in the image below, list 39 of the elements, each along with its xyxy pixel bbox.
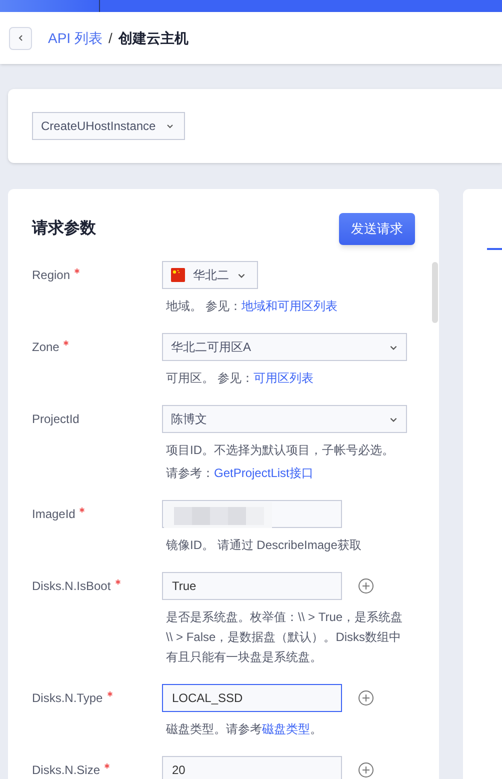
help-text: 磁盘类型。请参考磁盘类型。 [165,721,323,738]
region-select[interactable]: 华北二 [162,261,258,289]
input-field[interactable]: 20 [162,756,342,779]
send-request-button[interactable]: 发送请求 [339,213,415,245]
field-label: Zone [32,339,60,356]
field-label: ImageId [32,506,76,523]
input-field[interactable]: True [162,572,342,600]
help-link[interactable]: GetProjectList接口 [214,466,314,480]
flag-icon [171,268,185,282]
field-label: Disks.N.Type [32,690,103,707]
tab-underline [487,248,502,250]
field-label: ProjectId [32,411,80,428]
breadcrumb-separator: / [108,28,112,48]
help-link[interactable]: 磁盘类型 [262,722,310,736]
field-label: Region [32,267,70,284]
chevron-left-icon [16,34,24,42]
add-icon[interactable] [358,762,374,778]
help-text: 镜像ID。 请通过 DescribeImage获取 [165,537,362,554]
action-select[interactable]: CreateUHostInstance [32,112,185,140]
input-field[interactable]: LOCAL_SSD [162,684,342,712]
dropdown-select[interactable]: 华北二可用区A [162,333,407,361]
input-field[interactable] [162,500,342,528]
section-title: 请求参数 [32,218,96,239]
help-link[interactable]: 地域和可用区列表 [241,299,338,313]
help-text: 请参考：GetProjectList接口 [165,465,314,482]
page-title: 创建云主机 [118,28,188,48]
dropdown-select[interactable]: 陈博文 [162,405,407,433]
add-icon[interactable] [358,690,374,706]
breadcrumb-link[interactable]: API 列表 [48,28,102,48]
add-icon[interactable] [358,578,374,594]
help-text: 项目ID。不选择为默认项目，子帐号必选。 [165,442,395,459]
chevron-down-icon [166,122,174,130]
help-text: 是否是系统盘。枚举值：\\ > True，是系统盘 \\ > False，是数据盘（默认）。Disks数组中有且只能有一块盘是系统盘。 [165,609,404,666]
field-label: Disks.N.Size [32,762,100,779]
field-label: Disks.N.IsBoot [32,578,111,595]
help-text: 可用区。 参见：可用区列表 [165,370,314,387]
help-text: 地域。 参见：地域和可用区列表 [165,298,338,315]
help-link[interactable]: 可用区列表 [253,371,314,385]
scrollbar-thumb[interactable] [432,262,438,323]
